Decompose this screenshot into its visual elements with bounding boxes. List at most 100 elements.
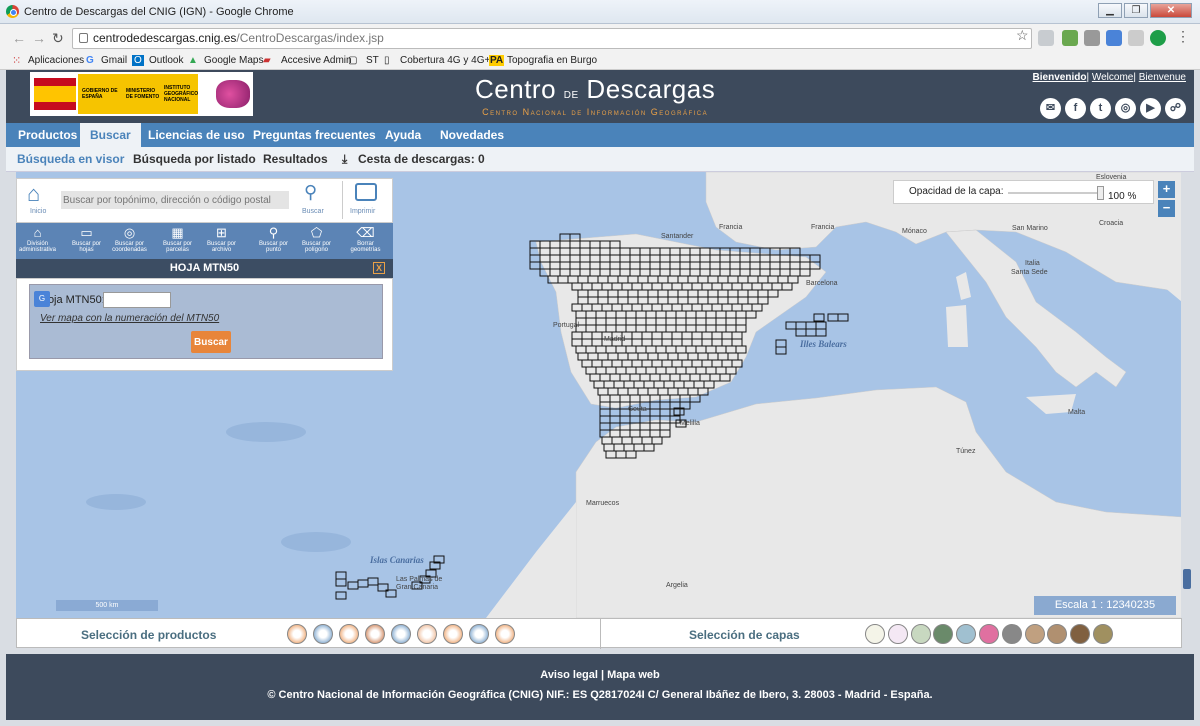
mtn50-sheet[interactable]	[599, 415, 611, 424]
mtn50-sheet[interactable]	[785, 321, 797, 330]
home-icon[interactable]: ⌂	[27, 181, 40, 207]
tab-busqueda-listado[interactable]: Búsqueda por listado	[133, 152, 256, 166]
menu-ayuda[interactable]: Ayuda	[375, 123, 431, 147]
mtn50-sheet[interactable]	[837, 313, 849, 322]
bookmark-cobertura[interactable]: Cobertura 4G y 4G+...	[400, 55, 499, 66]
reload-icon[interactable]: ↻	[52, 30, 64, 47]
mtn50-sheet[interactable]	[649, 408, 661, 417]
mtn50-sheet[interactable]	[827, 313, 839, 322]
opacity-slider-track[interactable]	[1008, 192, 1104, 194]
mtn50-sheet[interactable]	[815, 321, 827, 330]
hoja-mtn50-input[interactable]	[103, 292, 171, 308]
forward-icon[interactable]: →	[32, 30, 46, 46]
toponym-search-input[interactable]	[61, 191, 289, 209]
close-button[interactable]: ✕	[1150, 3, 1192, 18]
facebook-icon[interactable]: f	[1065, 98, 1086, 119]
site-brand[interactable]: Centro de Descargas Centro Nacional de I…	[475, 74, 715, 117]
opacity-slider-handle[interactable]	[1097, 186, 1104, 200]
mtn50-sheet[interactable]	[619, 415, 631, 424]
camera-extension-icon[interactable]	[1084, 30, 1100, 46]
product-category-icon[interactable]	[417, 624, 437, 644]
mtn50-sheet[interactable]	[609, 408, 621, 417]
bookmark-topografia[interactable]: Topografia en Burgo	[507, 55, 597, 66]
tab-resultados[interactable]: Resultados	[263, 152, 328, 166]
tool-division-administrativa[interactable]: ⌂ División administrativa	[16, 223, 59, 259]
mtn50-sheet[interactable]	[795, 321, 807, 330]
product-category-icon[interactable]	[443, 624, 463, 644]
mtn50-sheet[interactable]	[815, 328, 827, 337]
page-scrollbar[interactable]	[1181, 172, 1194, 654]
page-info-icon[interactable]	[79, 33, 88, 43]
map-layer-thumbnail[interactable]	[910, 624, 931, 644]
tool-buscar-parcelas[interactable]: ▦ Buscar por parcelas	[156, 223, 199, 259]
product-category-icon[interactable]	[365, 624, 385, 644]
mtn50-sheet[interactable]	[347, 581, 359, 590]
mtn50-numbering-link[interactable]: Ver mapa con la numeración del MTN50	[40, 313, 219, 324]
product-category-icon[interactable]	[339, 624, 359, 644]
instagram-icon[interactable]: ◎	[1115, 98, 1136, 119]
twitter-icon[interactable]: t	[1090, 98, 1111, 119]
menu-productos[interactable]: Productos	[8, 123, 87, 147]
tool-borrar-geometrias[interactable]: ⌫ Borrar geometrías	[344, 223, 387, 259]
zoom-in-button[interactable]: +	[1158, 181, 1175, 198]
mtn50-sheet[interactable]	[335, 571, 347, 580]
apps-icon[interactable]: ⁙	[12, 54, 21, 67]
mtn50-sheet[interactable]	[659, 401, 671, 410]
scrollbar-thumb[interactable]	[1183, 569, 1191, 589]
translate-extension-icon[interactable]	[1106, 30, 1122, 46]
product-category-icon[interactable]	[391, 624, 411, 644]
bookmark-st[interactable]: ST	[366, 55, 379, 66]
bookmark-aplicaciones[interactable]: Aplicaciones	[28, 55, 84, 66]
footer-links[interactable]: Aviso legal | Mapa web	[6, 669, 1194, 681]
mtn50-sheet[interactable]	[775, 339, 787, 348]
menu-licencias[interactable]: Licencias de uso	[138, 123, 255, 147]
map-layer-thumbnail[interactable]	[1001, 624, 1022, 644]
lang-en-link[interactable]: Welcome	[1092, 72, 1134, 83]
cart-link[interactable]: Cesta de descargas: 0	[358, 152, 485, 166]
mtn50-sheet[interactable]	[805, 321, 817, 330]
map-layer-thumbnail[interactable]	[1024, 624, 1045, 644]
mtn50-sheet[interactable]	[335, 578, 347, 587]
mtn50-sheet[interactable]	[367, 577, 379, 586]
tool-buscar-hojas[interactable]: ▭ Buscar por hojas	[65, 223, 108, 259]
extension-icon[interactable]	[1150, 30, 1166, 46]
product-category-icon[interactable]	[313, 624, 333, 644]
extension-icon[interactable]	[1128, 30, 1144, 46]
translate-icon[interactable]: G	[34, 291, 50, 307]
mtn50-sheet[interactable]	[813, 313, 825, 322]
mtn50-sheet[interactable]	[529, 254, 541, 263]
tool-buscar-poligono[interactable]: ⬠ Buscar por polígono	[295, 223, 338, 259]
mtn50-sheet[interactable]	[599, 422, 611, 431]
product-category-icon[interactable]	[469, 624, 489, 644]
search-icon[interactable]: ⚲	[304, 182, 317, 203]
mtn50-sheet[interactable]	[775, 346, 787, 355]
menu-preguntas[interactable]: Preguntas frecuentes	[243, 123, 386, 147]
chrome-menu-icon[interactable]: ⋮	[1176, 28, 1190, 45]
zoom-out-button[interactable]: −	[1158, 200, 1175, 217]
mtn50-sheet[interactable]	[659, 408, 671, 417]
extension-icon[interactable]	[1038, 30, 1054, 46]
lang-es-link[interactable]: Bienvenido	[1033, 72, 1087, 83]
tool-buscar-punto[interactable]: ⚲ Buscar por punto	[252, 223, 295, 259]
mtn50-sheet[interactable]	[599, 408, 611, 417]
map-layer-thumbnail[interactable]	[865, 624, 885, 644]
bookmark-star-icon[interactable]: ☆	[1016, 27, 1029, 44]
maximize-button[interactable]: ❐	[1124, 3, 1148, 18]
url-input[interactable]: centrodedescargas.cnig.es/CentroDescarga…	[72, 28, 1032, 49]
product-category-icon[interactable]	[287, 624, 307, 644]
hoja-search-button[interactable]: Buscar	[191, 331, 231, 353]
mtn50-sheet[interactable]	[805, 328, 817, 337]
mtn50-sheet[interactable]	[357, 579, 369, 588]
bookmark-gmail[interactable]: Gmail	[101, 55, 127, 66]
tool-buscar-coordenadas[interactable]: ◎ Buscar por coordenadas	[108, 223, 151, 259]
extension-icon[interactable]	[1062, 30, 1078, 46]
map-layer-thumbnail[interactable]	[956, 624, 977, 644]
bookmark-outlook[interactable]: Outlook	[149, 55, 183, 66]
print-icon[interactable]	[355, 183, 377, 201]
map-layer-thumbnail[interactable]	[933, 624, 954, 644]
rss-icon[interactable]: ☍	[1165, 98, 1186, 119]
tool-buscar-archivo[interactable]: ⊞ Buscar por archivo	[200, 223, 243, 259]
product-category-icon[interactable]	[495, 624, 515, 644]
map-layer-thumbnail[interactable]	[1047, 624, 1068, 644]
lang-fr-link[interactable]: Bienvenue	[1139, 72, 1186, 83]
